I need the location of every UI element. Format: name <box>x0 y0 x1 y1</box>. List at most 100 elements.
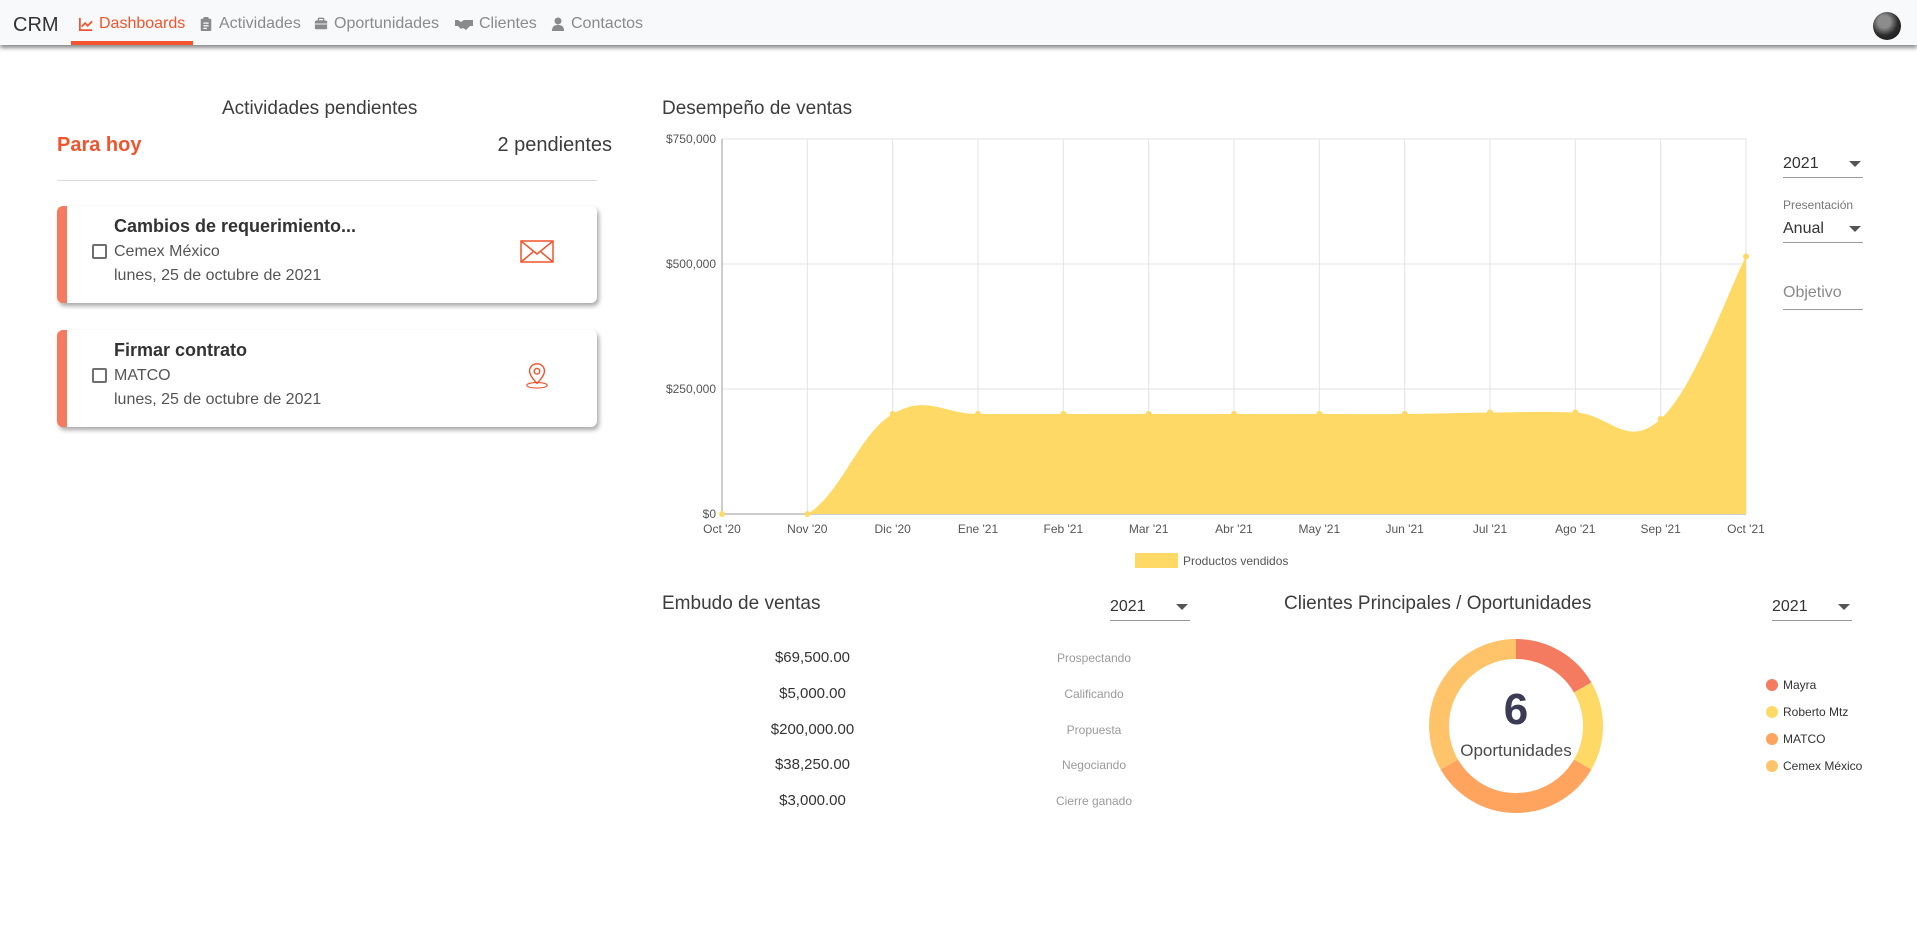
nav-contactos[interactable]: Contactos <box>543 15 651 45</box>
opportunities-label: Oportunidades <box>1460 741 1572 760</box>
funnel-bar-propuesta[interactable]: $200,000.00 <box>700 717 925 743</box>
nav-dashboards[interactable]: Dashboards <box>71 15 194 45</box>
nav-label: Contactos <box>571 15 644 32</box>
donut-legend-item[interactable]: Mayra <box>1766 678 1816 692</box>
x-tick-label: Nov '20 <box>787 522 828 536</box>
donut-legend-item[interactable]: Cemex México <box>1766 759 1862 773</box>
handshake-icon <box>455 20 473 30</box>
y-tick-label: $0 <box>703 507 717 521</box>
nav-clientes[interactable]: Clientes <box>447 15 545 45</box>
x-tick-label: Jul '21 <box>1473 522 1508 536</box>
data-point[interactable] <box>1572 409 1579 416</box>
top-navbar: CRM Dashboards Actividades Oportunidades… <box>0 0 1917 45</box>
funnel-bar-cierre-ganado[interactable]: $3,000.00 <box>728 788 897 814</box>
legend-dot <box>1766 733 1778 745</box>
objective-input[interactable]: Objetivo <box>1783 283 1863 310</box>
activity-checkbox[interactable] <box>92 244 107 259</box>
chevron-down-icon <box>1838 604 1850 610</box>
chart-line-icon <box>79 17 93 31</box>
data-point[interactable] <box>975 411 981 417</box>
funnel-bar-prospectando[interactable]: $69,500.00 <box>672 645 953 671</box>
sales-area-chart: Oct '20 Nov '20 Dic '20 Ene '21 Feb '21 Mar '… <box>666 132 1765 568</box>
x-tick-label: Jun '21 <box>1386 522 1425 536</box>
x-tick-label: Ago '21 <box>1555 522 1596 536</box>
sales-performance-title: Desempeño de ventas <box>662 98 853 119</box>
activity-card[interactable]: Firmar contrato MATCO lunes, 25 de octub… <box>57 330 597 427</box>
chevron-down-icon <box>1849 161 1861 167</box>
x-tick-label: Mar '21 <box>1129 522 1169 536</box>
data-point[interactable] <box>889 411 896 417</box>
nav-label: Actividades <box>219 15 301 32</box>
legend-label: Productos vendidos <box>1183 554 1288 568</box>
data-point[interactable] <box>804 511 811 517</box>
legend-dot <box>1766 706 1778 718</box>
nav-label: Clientes <box>479 15 537 32</box>
x-tick-label: Abr '21 <box>1215 522 1253 536</box>
donut-slice[interactable] <box>1515 639 1592 693</box>
presentation-label: Presentación <box>1783 198 1854 212</box>
activity-card[interactable]: Cambios de requerimiento... Cemex México… <box>57 206 597 303</box>
activities-count: 2 pendientes <box>497 134 612 156</box>
funnel-stage-label: Cierre ganado <box>1055 794 1133 808</box>
briefcase-icon <box>314 17 328 30</box>
nav-oportunidades[interactable]: Oportunidades <box>306 15 447 45</box>
nav-label: Dashboards <box>99 15 186 32</box>
y-tick-label: $250,000 <box>666 382 716 396</box>
nav-actividades[interactable]: Actividades <box>191 15 309 45</box>
legend-swatch <box>1135 553 1178 568</box>
funnel-stage-label: Prospectando <box>1056 651 1132 665</box>
activities-filter[interactable]: Para hoy <box>57 134 141 157</box>
x-tick-label: Sep '21 <box>1641 522 1682 536</box>
top-clients-title: Clientes Principales / Oportunidades <box>1284 593 1592 614</box>
activity-date: lunes, 25 de octubre de 2021 <box>114 267 322 284</box>
y-tick-label: $500,000 <box>666 257 716 271</box>
activity-title: Firmar contrato <box>114 340 248 360</box>
opportunities-total: 6 <box>1503 685 1529 734</box>
x-tick-label: Ene '21 <box>958 522 999 536</box>
brand-logo[interactable]: CRM <box>13 14 59 37</box>
clients-year-select[interactable]: 2021 <box>1772 593 1852 621</box>
data-point[interactable] <box>1657 416 1664 422</box>
data-point[interactable] <box>1743 253 1749 260</box>
data-point[interactable] <box>1060 411 1067 417</box>
activity-checkbox[interactable] <box>92 368 107 383</box>
chevron-down-icon <box>1849 226 1861 232</box>
data-point[interactable] <box>1316 411 1323 417</box>
user-icon <box>551 17 565 31</box>
activities-title: Actividades pendientes <box>222 98 418 119</box>
legend-dot <box>1766 679 1778 691</box>
activity-company: MATCO <box>114 367 171 384</box>
donut-slice[interactable] <box>1440 759 1592 813</box>
presentation-select[interactable]: Anual <box>1783 215 1863 243</box>
legend-label: Cemex México <box>1783 759 1863 773</box>
legend-label: MATCO <box>1783 732 1826 746</box>
donut-legend-item[interactable]: MATCO <box>1766 732 1825 746</box>
data-point[interactable] <box>1145 411 1152 417</box>
funnel-stage-label: Propuesta <box>1066 723 1122 737</box>
user-avatar[interactable] <box>1873 12 1901 40</box>
sales-funnel-title: Embudo de ventas <box>662 593 821 614</box>
data-point[interactable] <box>1231 411 1237 417</box>
x-tick-label: Dic '20 <box>875 522 912 536</box>
chevron-down-icon <box>1176 604 1188 610</box>
y-tick-label: $750,000 <box>666 132 716 146</box>
select-value: 2021 <box>1110 598 1146 615</box>
data-point[interactable] <box>1401 411 1408 417</box>
x-tick-label: Feb '21 <box>1044 522 1084 536</box>
select-value: 2021 <box>1772 598 1808 615</box>
map-pin-icon <box>526 363 548 389</box>
data-point[interactable] <box>719 511 725 517</box>
activity-date: lunes, 25 de octubre de 2021 <box>114 391 322 408</box>
sales-year-select[interactable]: 2021 <box>1783 150 1863 178</box>
legend-label: Mayra <box>1783 678 1817 692</box>
data-point[interactable] <box>1487 409 1493 416</box>
clipboard-icon <box>200 17 212 31</box>
donut-legend-item[interactable]: Roberto Mtz <box>1766 705 1848 719</box>
activity-title: Cambios de requerimiento... <box>114 216 357 236</box>
legend-dot <box>1766 760 1778 772</box>
divider <box>57 180 597 181</box>
funnel-bar-calificando[interactable]: $5,000.00 <box>686 681 939 707</box>
activity-company: Cemex México <box>114 243 220 260</box>
funnel-bar-negociando[interactable]: $38,250.00 <box>714 752 911 778</box>
funnel-year-select[interactable]: 2021 <box>1110 593 1190 621</box>
